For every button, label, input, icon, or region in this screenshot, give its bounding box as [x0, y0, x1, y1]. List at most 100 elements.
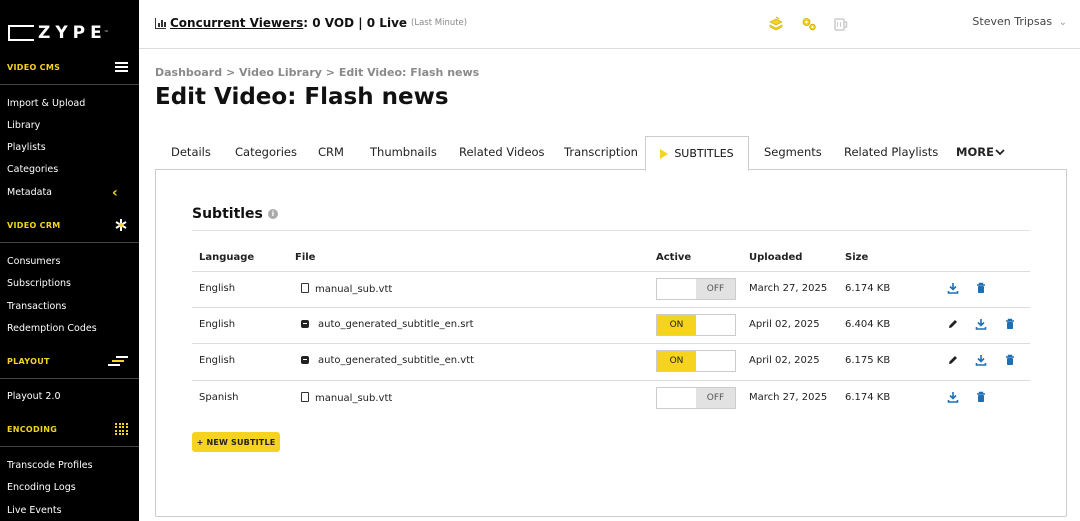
gears-icon[interactable] [801, 16, 817, 32]
breadcrumb-separator: > [325, 66, 335, 79]
trash-icon[interactable] [975, 391, 987, 403]
sidebar-item-transactions[interactable]: Transactions [7, 301, 66, 312]
toggle-on-segment [657, 388, 696, 408]
concurrent-viewers-link[interactable]: Concurrent Viewers [170, 16, 303, 30]
chevron-down-icon [995, 149, 1005, 156]
new-subtitle-button[interactable]: + NEW SUBTITLE [192, 432, 280, 452]
toggle-off-segment [696, 351, 735, 371]
sidebar-item-playout-2[interactable]: Playout 2.0 [7, 391, 61, 402]
chart-icon [155, 17, 166, 29]
sidebar-item-encoding-logs[interactable]: Encoding Logs [7, 482, 76, 493]
subtitles-title: Subtitles [192, 206, 263, 222]
sidebar-item-consumers[interactable]: Consumers [7, 256, 60, 267]
file-icon [301, 283, 309, 293]
edit-pencil-icon[interactable] [947, 318, 959, 330]
mug-icon[interactable] [833, 16, 849, 32]
trash-icon[interactable] [975, 282, 987, 294]
section-label: ENCODING [7, 424, 58, 434]
section-encoding[interactable]: ENCODING [0, 412, 139, 447]
tab-transcription[interactable]: Transcription [564, 145, 638, 159]
breadcrumb: Dashboard > Video Library > Edit Video: … [155, 66, 479, 79]
toggle-on-segment [657, 279, 696, 299]
tab-thumbnails[interactable]: Thumbnails [370, 145, 437, 159]
trash-icon[interactable] [1004, 318, 1016, 330]
tab-categories[interactable]: Categories [235, 145, 297, 159]
sidebar-item-metadata[interactable]: Metadata [7, 187, 52, 198]
active-toggle[interactable]: ON [656, 314, 736, 336]
cell-uploaded: March 27, 2025 [749, 283, 828, 294]
cell-file[interactable]: auto_generated_subtitle_en.vtt [301, 355, 474, 366]
tab-related-videos[interactable]: Related Videos [459, 145, 545, 159]
sidebar-item-subscriptions[interactable]: Subscriptions [7, 278, 71, 289]
sidebar-item-library[interactable]: Library [7, 120, 40, 131]
subtitles-panel: Subtitles i Language File Active Uploade… [155, 169, 1067, 517]
file-name: auto_generated_subtitle_en.srt [318, 319, 474, 330]
cell-file[interactable]: manual_sub.vtt [301, 392, 392, 404]
edit-pencil-icon[interactable] [947, 354, 959, 366]
trash-icon[interactable] [1004, 354, 1016, 366]
cell-language: English [199, 355, 236, 366]
zype-logo[interactable]: ZYPE ™ [8, 23, 109, 43]
breadcrumb-video-library[interactable]: Video Library [239, 66, 322, 79]
sidebar-item-transcode-profiles[interactable]: Transcode Profiles [7, 460, 93, 471]
chevron-down-icon: ⌄ [1058, 17, 1067, 28]
table-row: English manual_sub.vtt OFF March 27, 202… [192, 271, 1030, 307]
divider [192, 230, 1030, 231]
file-name: manual_sub.vtt [315, 284, 393, 295]
tab-details[interactable]: Details [171, 145, 211, 159]
cell-file[interactable]: auto_generated_subtitle_en.srt [301, 319, 474, 330]
playout-icon [108, 355, 128, 367]
toggle-off-label: OFF [696, 388, 735, 408]
cell-size: 6.174 KB [845, 392, 891, 403]
sidebar-item-categories[interactable]: Categories [7, 164, 58, 175]
section-label: VIDEO CMS [7, 62, 61, 72]
cell-size: 6.174 KB [845, 283, 891, 294]
active-toggle[interactable]: OFF [656, 387, 736, 409]
breadcrumb-dashboard[interactable]: Dashboard [155, 66, 222, 79]
tab-segments[interactable]: Segments [764, 145, 822, 159]
tab-crm[interactable]: CRM [318, 145, 344, 159]
download-icon[interactable] [975, 354, 987, 366]
user-menu[interactable]: Steven Tripsas ⌄ [972, 15, 1067, 28]
toggle-off-label: OFF [696, 279, 735, 299]
tab-subtitles[interactable]: SUBTITLES [645, 136, 749, 171]
sidebar-item-import-upload[interactable]: Import & Upload [7, 98, 85, 109]
col-size: Size [845, 252, 869, 263]
toggle-on-label: ON [657, 351, 696, 371]
asterisk-icon [115, 219, 127, 231]
download-icon[interactable] [947, 282, 959, 294]
table-row: Spanish manual_sub.vtt OFF March 27, 202… [192, 380, 1030, 416]
tab-bar: Details Categories CRM Thumbnails Relate… [155, 136, 1067, 171]
sidebar-item-live-events[interactable]: Live Events [7, 505, 62, 516]
cell-language: English [199, 319, 236, 330]
tab-related-playlists[interactable]: Related Playlists [844, 145, 938, 159]
section-label: VIDEO CRM [7, 220, 61, 230]
concurrent-viewers-value: : 0 VOD | 0 Live [303, 16, 408, 30]
info-icon[interactable]: i [267, 209, 278, 219]
cell-file[interactable]: manual_sub.vtt [301, 283, 392, 295]
sidebar: ZYPE ™ VIDEO CMS Import & Upload Library… [0, 0, 139, 521]
table-row: English auto_generated_subtitle_en.vtt O… [192, 343, 1030, 379]
cell-language: English [199, 283, 236, 294]
section-playout[interactable]: PLAYOUT [0, 344, 139, 379]
layers-icon[interactable] [768, 16, 784, 32]
sidebar-item-playlists[interactable]: Playlists [7, 142, 46, 153]
sidebar-item-redemption-codes[interactable]: Redemption Codes [7, 323, 97, 334]
section-video-crm[interactable]: VIDEO CRM [0, 208, 139, 243]
concurrent-viewers-sub: (Last Minute) [411, 18, 468, 28]
cell-uploaded: April 02, 2025 [749, 319, 820, 330]
file-name: auto_generated_subtitle_en.vtt [318, 355, 475, 366]
auto-generated-icon [301, 320, 309, 328]
download-icon[interactable] [975, 318, 987, 330]
tab-subtitles-label: SUBTITLES [674, 147, 734, 160]
hamburger-icon[interactable] [115, 62, 128, 72]
download-icon[interactable] [947, 391, 959, 403]
logo-mark [8, 25, 34, 41]
active-toggle[interactable]: OFF [656, 278, 736, 300]
active-toggle[interactable]: ON [656, 350, 736, 372]
collapse-chevron-icon[interactable]: ‹ [112, 185, 118, 201]
page-title: Edit Video: Flash news [155, 84, 449, 110]
encoding-grid-icon [115, 422, 128, 436]
tab-more[interactable]: MORE [956, 145, 1005, 159]
section-video-cms[interactable]: VIDEO CMS [0, 50, 139, 85]
